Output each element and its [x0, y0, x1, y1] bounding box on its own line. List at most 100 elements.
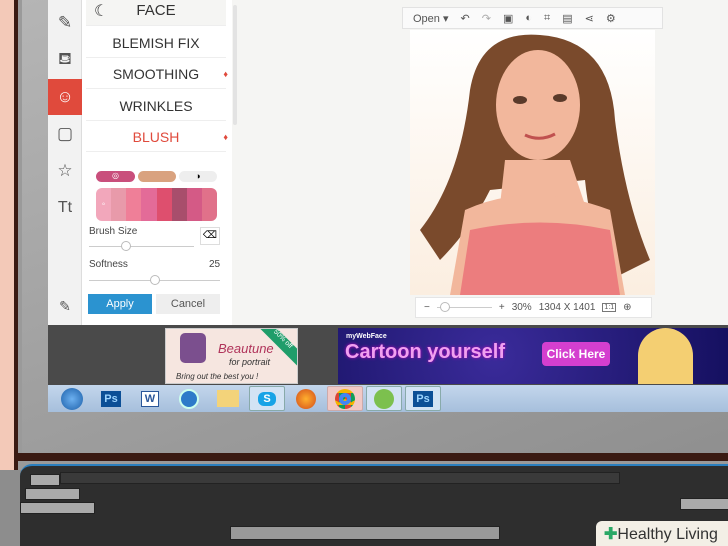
key — [680, 498, 728, 510]
actual-size-button[interactable]: 1:1 — [602, 303, 617, 312]
image-dimensions: 1304 X 1401 — [538, 302, 596, 313]
premium-gem-icon: ♦ — [223, 68, 228, 79]
key — [25, 488, 80, 500]
slider-thumb[interactable] — [120, 241, 131, 251]
zoom-percent: 30% — [511, 302, 532, 313]
menu-label: BLEMISH FIX — [112, 34, 200, 51]
image-icon[interactable]: ▣ — [503, 12, 513, 25]
sticker-star-icon[interactable]: ☆ — [48, 153, 82, 189]
click-here-button[interactable]: Click Here — [542, 342, 610, 366]
beautune-ad[interactable]: Beautune for portrait Bring out the best… — [165, 328, 298, 384]
image-app-icon[interactable] — [366, 386, 402, 411]
face-icon[interactable]: ☺ — [48, 79, 82, 115]
blush-mode-pink[interactable]: ◎ — [96, 171, 135, 182]
eraser-icon[interactable]: ⌫ — [200, 227, 220, 245]
contrast-icon[interactable]: ◐ — [525, 12, 532, 24]
color-swatch[interactable] — [126, 188, 142, 221]
paint-bucket-icon[interactable]: ⛾ — [48, 42, 82, 78]
menu-blush[interactable]: BLUSH ♦ — [86, 122, 228, 152]
screen: ✎ ⛾ ☺ ▢ ☆ Tt ✎ ☾ FACE BLEMISH FIX SMOOTHI… — [48, 0, 728, 412]
menu-label: SMOOTHING — [112, 65, 200, 82]
ad-title: Beautune — [218, 341, 274, 356]
open-label: Open — [413, 12, 440, 25]
blush-mode-tan[interactable] — [138, 171, 176, 182]
color-swatch[interactable] — [171, 188, 187, 221]
word-label: W — [140, 390, 160, 407]
contrast-mode-icon[interactable]: ◑ — [179, 171, 217, 182]
portrait-illustration — [420, 34, 650, 295]
slider-thumb[interactable] — [439, 302, 450, 312]
portrait-image — [410, 30, 655, 295]
spacebar — [230, 526, 500, 540]
beautune-logo — [180, 333, 206, 363]
color-swatch[interactable] — [156, 188, 172, 221]
ad-tagline: Bring out the best you ! — [176, 372, 259, 381]
edit-icon[interactable]: ✎ — [48, 288, 82, 324]
taskbar-word[interactable]: W — [132, 386, 168, 411]
apply-button[interactable]: Apply — [88, 294, 152, 314]
taskbar-skype[interactable]: S — [249, 386, 285, 411]
redo-icon[interactable]: ↷ — [482, 12, 491, 25]
slider-thumb[interactable] — [149, 275, 160, 285]
zoom-out-button[interactable]: − — [424, 302, 430, 313]
key-row — [60, 472, 620, 484]
skype-label: S — [258, 391, 276, 406]
explorer-icon[interactable] — [210, 386, 246, 411]
frame-icon[interactable]: ▢ — [48, 116, 82, 152]
taskbar-photoshop[interactable]: Ps — [93, 386, 129, 411]
color-swatch[interactable] — [186, 188, 202, 221]
taskbar-photoshop-2[interactable]: Ps — [405, 386, 441, 411]
firefox-icon[interactable] — [288, 386, 324, 411]
ad-brand: myWebFace — [346, 333, 387, 340]
undo-icon[interactable]: ↶ — [461, 12, 470, 25]
ps-label: Ps — [413, 390, 433, 407]
softness-value: 25 — [209, 259, 221, 270]
color-swatch[interactable] — [141, 188, 157, 221]
zoom-bar: − + 30% 1304 X 1401 1:1 ⊕ — [415, 297, 652, 318]
panel-scrollbar[interactable] — [233, 5, 237, 125]
editor-toolbar: Open ▾ ↶ ↷ ▣ ◐ ⌗ ▤ ⋖ ⚙ — [402, 7, 663, 29]
zoom-in-button[interactable]: + — [499, 302, 505, 313]
save-icon[interactable]: ▤ — [562, 12, 572, 25]
key — [20, 502, 95, 514]
menu-label: WRINKLES — [119, 97, 193, 114]
fit-screen-icon[interactable]: ⊕ — [623, 302, 631, 313]
mywebface-ad[interactable]: myWebFace Cartoon yourself Click Here — [338, 328, 728, 384]
color-swatch[interactable] — [111, 188, 127, 221]
taskbar: Ps W S Ps — [48, 385, 728, 412]
ad-subtitle: for portrait — [229, 357, 271, 367]
itunes-icon[interactable] — [171, 386, 207, 411]
panel-header: ☾ FACE — [86, 0, 226, 26]
ad-strip: Beautune for portrait Bring out the best… — [48, 325, 728, 385]
chrome-icon[interactable] — [327, 386, 363, 411]
healthy-living-watermark: ✚Healthy Living — [596, 521, 728, 546]
panel-header-label: FACE — [136, 2, 176, 19]
brush-size-label: Brush Size — [89, 226, 138, 237]
color-swatch[interactable]: ◦ — [96, 188, 112, 221]
softness-slider[interactable] — [89, 275, 220, 285]
tool-strip: ✎ ⛾ ☺ ▢ ☆ Tt ✎ — [48, 0, 82, 325]
crop-screen-icon[interactable]: ⌗ — [544, 12, 550, 25]
face-panel: ☾ FACE BLEMISH FIX SMOOTHING ♦ WRINKLES BL… — [82, 0, 232, 325]
settings-icon[interactable]: ⚙ — [606, 12, 616, 25]
open-dropdown[interactable]: Open ▾ — [413, 12, 449, 25]
start-button[interactable] — [54, 386, 90, 411]
premium-gem-icon: ♦ — [223, 131, 228, 142]
menu-smoothing[interactable]: SMOOTHING ♦ — [86, 59, 228, 89]
color-swatch[interactable] — [201, 188, 217, 221]
brush-size-slider[interactable] — [89, 241, 194, 251]
ps-label: Ps — [101, 390, 121, 407]
text-icon[interactable]: Tt — [48, 190, 82, 226]
menu-wrinkles[interactable]: WRINKLES — [86, 91, 226, 121]
share-icon[interactable]: ⋖ — [585, 12, 594, 25]
zoom-slider[interactable] — [436, 302, 492, 312]
cancel-button[interactable]: Cancel — [156, 294, 220, 314]
pencil-icon[interactable]: ✎ — [48, 5, 82, 41]
key — [30, 474, 60, 486]
cartoon-woman-image — [638, 328, 693, 384]
watermark-text: Healthy Living — [617, 526, 718, 543]
face-outline-icon: ☾ — [94, 2, 109, 20]
menu-blemish-fix[interactable]: BLEMISH FIX — [86, 28, 226, 58]
plus-icon: ✚ — [604, 526, 618, 543]
ad-headline: Cartoon yourself — [345, 341, 506, 363]
